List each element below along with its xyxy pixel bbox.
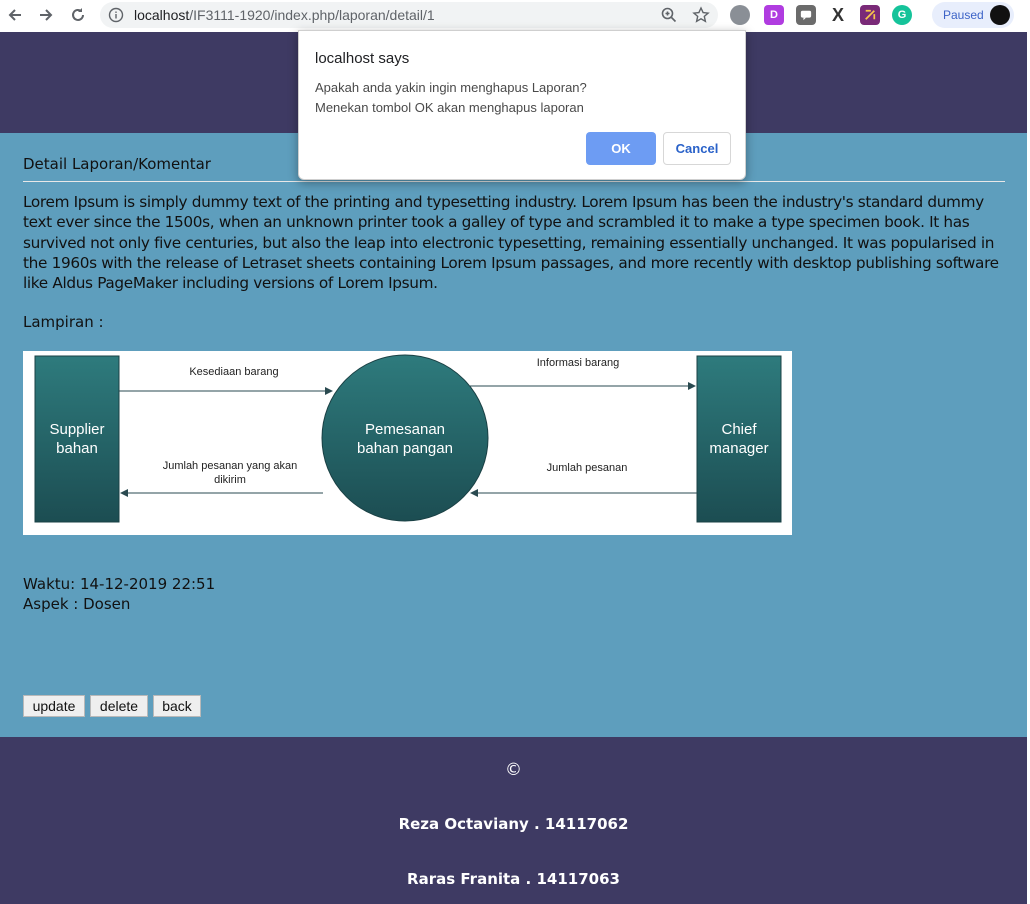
- report-body: Lorem Ipsum is simply dummy text of the …: [23, 193, 999, 293]
- process-label-2: bahan pangan: [357, 440, 453, 457]
- chief-box: [696, 355, 782, 523]
- back-arrow-icon[interactable]: [3, 3, 27, 27]
- forward-arrow-icon[interactable]: [34, 3, 58, 27]
- divider: [23, 181, 1005, 182]
- label-jumlah-dikirim-1: Jumlah pesanan yang akan: [163, 460, 298, 472]
- copyright-symbol: ©: [505, 760, 522, 780]
- main-content: Detail Laporan/Komentar Lorem Ipsum is s…: [0, 133, 1027, 737]
- paused-label: Paused: [943, 8, 984, 22]
- dialog-title: localhost says: [315, 50, 410, 67]
- author-2: Raras Franita . 14117063: [407, 870, 620, 888]
- update-button[interactable]: update: [23, 695, 85, 717]
- dfd-diagram: Supplier bahan Pemesanan bahan pangan Ch…: [34, 354, 782, 523]
- bookmark-star-icon[interactable]: [692, 6, 710, 24]
- label-informasi: Informasi barang: [537, 357, 620, 369]
- raindrop-icon[interactable]: [730, 5, 750, 25]
- dialog-message-2: Menekan tombol OK akan menghapus laporan: [315, 100, 584, 115]
- supplier-box: [34, 355, 120, 523]
- url-host: localhost: [134, 7, 190, 23]
- section-title: Detail Laporan/Komentar: [23, 155, 211, 173]
- page-footer: © Reza Octaviany . 14117062 Raras Franit…: [0, 737, 1027, 904]
- url-path: /IF3111-1920/index.php/laporan/detail/1: [189, 7, 435, 23]
- chat-extension-icon[interactable]: [796, 5, 816, 25]
- chief-label-1: Chief: [721, 421, 757, 438]
- attachment-label: Lampiran :: [23, 313, 104, 331]
- confirm-dialog: localhost says Apakah anda yakin ingin m…: [298, 30, 746, 180]
- process-circle: [321, 354, 489, 522]
- attachment-image: Supplier bahan Pemesanan bahan pangan Ch…: [23, 351, 792, 535]
- label-jumlah-dikirim-2: dikirim: [214, 474, 246, 486]
- profile-paused-button[interactable]: Paused: [932, 2, 1014, 28]
- dialog-message-1: Apakah anda yakin ingin menghapus Lapora…: [315, 80, 587, 95]
- supplier-label-1: Supplier: [49, 421, 104, 438]
- dialog-ok-button[interactable]: OK: [586, 132, 656, 165]
- browser-toolbar: localhost/IF3111-1920/index.php/laporan/…: [0, 0, 1030, 30]
- tab-extension-icon[interactable]: [860, 5, 880, 25]
- author-1: Reza Octaviany . 14117062: [398, 815, 629, 833]
- process-label-1: Pemesanan: [365, 421, 445, 438]
- label-kesediaan: Kesediaan barang: [189, 366, 278, 378]
- avatar: [990, 5, 1010, 25]
- zoom-icon[interactable]: [660, 6, 678, 24]
- site-info-icon[interactable]: [108, 7, 124, 23]
- timestamp: Waktu: 14-12-2019 22:51: [23, 575, 216, 593]
- back-button[interactable]: back: [153, 695, 201, 717]
- x-extension-icon[interactable]: X: [828, 5, 848, 25]
- address-bar[interactable]: localhost/IF3111-1920/index.php/laporan/…: [100, 2, 718, 28]
- url-text: localhost/IF3111-1920/index.php/laporan/…: [134, 7, 435, 23]
- label-jumlah-pesanan: Jumlah pesanan: [547, 462, 628, 474]
- d-extension-icon[interactable]: D: [764, 5, 784, 25]
- aspect: Aspek : Dosen: [23, 595, 131, 613]
- grammarly-icon[interactable]: G: [892, 5, 912, 25]
- delete-button[interactable]: delete: [90, 695, 148, 717]
- reload-icon[interactable]: [66, 3, 90, 27]
- dialog-cancel-button[interactable]: Cancel: [663, 132, 731, 165]
- supplier-label-2: bahan: [56, 440, 98, 457]
- chief-label-2: manager: [709, 440, 768, 457]
